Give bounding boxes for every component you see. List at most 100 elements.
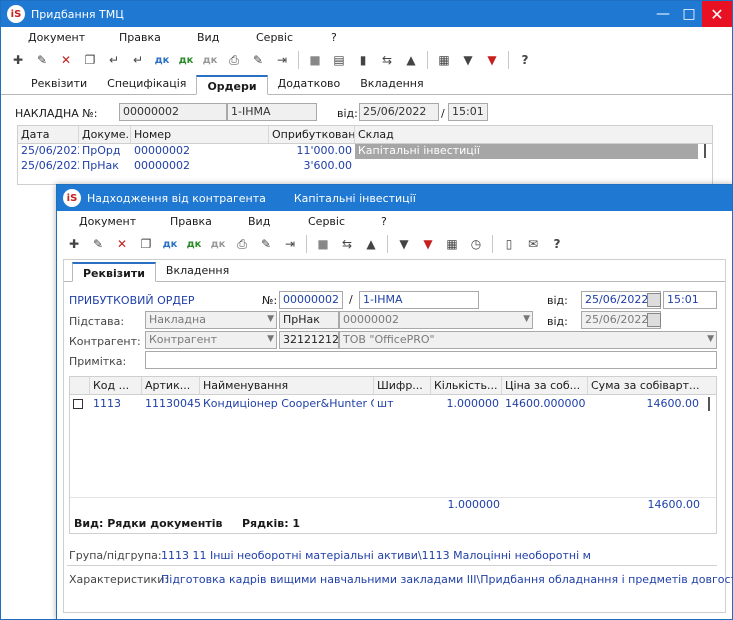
col-price[interactable]: Ціна за соб...: [502, 377, 588, 394]
col-qty[interactable]: Кількість...: [431, 377, 502, 394]
invoice-date-field[interactable]: 25/06/2022: [359, 103, 439, 121]
basis-value: Накладна: [149, 313, 206, 326]
save-icon[interactable]: ■: [312, 233, 334, 255]
debit-credit-gray-icon[interactable]: дк: [207, 233, 229, 255]
contractor-type-select[interactable]: Контрагент ▼: [145, 331, 277, 349]
exit-icon[interactable]: ⇥: [279, 233, 301, 255]
menu-view[interactable]: Вид: [248, 215, 270, 228]
tree-icon[interactable]: ▲: [400, 49, 422, 71]
basis-number-select[interactable]: 00000002 ▼: [339, 311, 533, 329]
col-article[interactable]: Артик...: [142, 377, 200, 394]
basis-number: 00000002: [343, 313, 399, 326]
col-doc[interactable]: Докуме...: [79, 126, 131, 143]
basis-code-field[interactable]: ПрНак: [279, 311, 339, 329]
copy-icon[interactable]: ❐: [135, 233, 157, 255]
table-row[interactable]: 25/06/2022 ПрОрд 00000002 11'000.00 Капі…: [18, 144, 698, 159]
link-icon[interactable]: ⇆: [376, 49, 398, 71]
menu-view[interactable]: Вид: [197, 31, 219, 44]
col-name[interactable]: Найменування: [200, 377, 374, 394]
contractor-label: Контрагент:: [69, 335, 141, 348]
menu-document[interactable]: Документ: [79, 215, 136, 228]
mail-icon[interactable]: ✉: [522, 233, 544, 255]
menu-edit[interactable]: Правка: [119, 31, 161, 44]
debit-credit-gray-icon[interactable]: дк: [199, 49, 221, 71]
filter-icon[interactable]: ▼: [457, 49, 479, 71]
debit-credit-icon[interactable]: дк: [159, 233, 181, 255]
col-posted[interactable]: Оприбутковано: [269, 126, 355, 143]
invoice-type-field[interactable]: 1-ІНМА: [227, 103, 317, 121]
col-unit[interactable]: Шифр...: [374, 377, 431, 394]
clear-filter-icon[interactable]: ▼: [417, 233, 439, 255]
history-icon[interactable]: ◷: [465, 233, 487, 255]
grid-icon[interactable]: ▦: [433, 49, 455, 71]
minimize-icon[interactable]: —: [650, 1, 676, 27]
col-sum[interactable]: Сума за собіварт...: [588, 377, 702, 394]
tab-orders[interactable]: Ордери: [196, 75, 268, 95]
col-date[interactable]: Дата: [18, 126, 79, 143]
col-number[interactable]: Номер: [131, 126, 269, 143]
clear-filter-icon[interactable]: ▼: [481, 49, 503, 71]
col-code[interactable]: Код ...: [90, 377, 142, 394]
tab-attachments[interactable]: Вкладення: [350, 74, 433, 94]
receipt-titlebar[interactable]: iS Надходження від контрагента Капітальн…: [57, 185, 732, 211]
debit-credit-green-icon[interactable]: дк: [183, 233, 205, 255]
menu-document[interactable]: Документ: [28, 31, 85, 44]
note-field[interactable]: [145, 351, 717, 369]
debit-credit-green-icon[interactable]: дк: [175, 49, 197, 71]
print-icon[interactable]: ⎙: [223, 49, 245, 71]
calendar-icon[interactable]: [647, 313, 661, 327]
col-warehouse[interactable]: Склад: [355, 126, 699, 143]
tab-requisites[interactable]: Реквізити: [72, 262, 156, 282]
items-scrollbar[interactable]: [708, 397, 710, 411]
grid-icon[interactable]: ▦: [441, 233, 463, 255]
tab-attachments[interactable]: Вкладення: [156, 261, 239, 281]
help-icon[interactable]: ?: [546, 233, 568, 255]
book-icon[interactable]: ▤: [328, 49, 350, 71]
orders-scrollbar[interactable]: [704, 144, 706, 158]
new-doc-2-icon[interactable]: ↵: [127, 49, 149, 71]
basis-select[interactable]: Накладна ▼: [145, 311, 277, 329]
tab-requisites[interactable]: Реквізити: [21, 74, 97, 94]
order-time-field[interactable]: 15:01: [663, 291, 717, 309]
table-row[interactable]: 25/06/2022 ПрНак 00000002 3'600.00: [18, 159, 698, 174]
export-icon[interactable]: ✎: [255, 233, 277, 255]
calendar-icon[interactable]: [647, 293, 661, 307]
save-icon[interactable]: ■: [304, 49, 326, 71]
export-icon[interactable]: ✎: [247, 49, 269, 71]
menu-service[interactable]: Сервіс: [256, 31, 293, 44]
tree-icon[interactable]: ▲: [360, 233, 382, 255]
maximize-icon[interactable]: □: [676, 1, 702, 27]
delete-icon[interactable]: ✕: [111, 233, 133, 255]
purchase-titlebar[interactable]: iS Придбання ТМЦ — □ ✕: [1, 1, 732, 27]
exit-icon[interactable]: ⇥: [271, 49, 293, 71]
menu-service[interactable]: Сервіс: [308, 215, 345, 228]
delete-icon[interactable]: ✕: [55, 49, 77, 71]
document-icon[interactable]: ▯: [498, 233, 520, 255]
menu-help[interactable]: ?: [381, 215, 387, 228]
row-checkbox[interactable]: [70, 397, 90, 412]
menu-edit[interactable]: Правка: [170, 215, 212, 228]
link-icon[interactable]: ⇆: [336, 233, 358, 255]
new-doc-icon[interactable]: ↵: [103, 49, 125, 71]
contractor-code-field[interactable]: 32121212: [279, 331, 339, 349]
filter-icon[interactable]: ▼: [393, 233, 415, 255]
table-row[interactable]: 1113 11130045 Кондиціонер Cooper&Hunter …: [70, 397, 702, 412]
close-icon[interactable]: ✕: [702, 1, 732, 27]
add-icon[interactable]: ✚: [7, 49, 29, 71]
tab-additional[interactable]: Додатково: [268, 74, 351, 94]
help-icon[interactable]: ?: [514, 49, 536, 71]
order-type-field[interactable]: 1-ІНМА: [359, 291, 479, 309]
print-icon[interactable]: ⎙: [231, 233, 253, 255]
copy-icon[interactable]: ❐: [79, 49, 101, 71]
contractor-name-select[interactable]: ТОВ "OfficePRO" ▼: [339, 331, 717, 349]
debit-credit-icon[interactable]: дк: [151, 49, 173, 71]
add-icon[interactable]: ✚: [63, 233, 85, 255]
tab-specification[interactable]: Специфікація: [97, 74, 196, 94]
folder-icon[interactable]: ▮: [352, 49, 374, 71]
invoice-time-field[interactable]: 15:01: [448, 103, 488, 121]
edit-icon[interactable]: ✎: [31, 49, 53, 71]
edit-icon[interactable]: ✎: [87, 233, 109, 255]
menu-help[interactable]: ?: [331, 31, 337, 44]
order-number-field[interactable]: 00000002: [279, 291, 343, 309]
invoice-number-field[interactable]: 00000002: [119, 103, 227, 121]
